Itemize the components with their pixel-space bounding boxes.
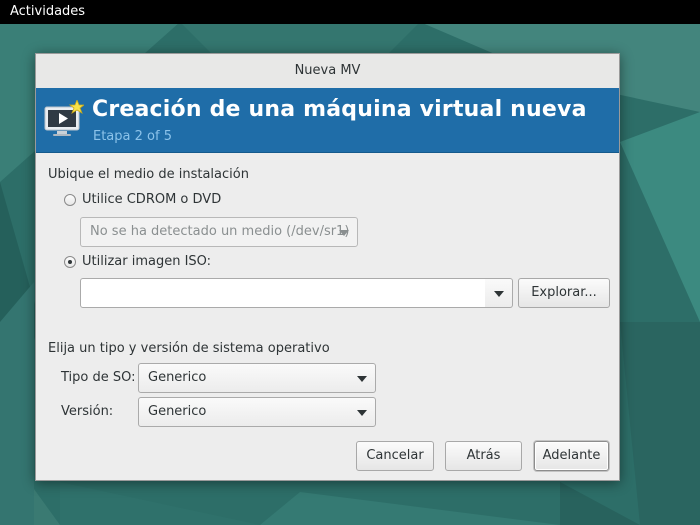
- top-bar: Actividades: [0, 0, 700, 24]
- wizard-step: Etapa 2 of 5: [93, 129, 172, 144]
- os-version-label: Versión:: [61, 404, 114, 419]
- window-title: Nueva MV: [294, 63, 361, 78]
- cdrom-media-combo: No se ha detectado un medio (/dev/sr1): [80, 217, 358, 247]
- window-titlebar[interactable]: Nueva MV: [36, 54, 619, 89]
- activities-button[interactable]: Actividades: [10, 4, 85, 19]
- chevron-down-icon: [339, 230, 349, 236]
- iso-radio[interactable]: [64, 256, 76, 268]
- cancel-button[interactable]: Cancelar: [356, 441, 434, 471]
- iso-history-dropdown[interactable]: [485, 278, 513, 308]
- cdrom-radio[interactable]: [64, 194, 76, 206]
- iso-radio-label[interactable]: Utilizar imagen ISO:: [82, 254, 211, 269]
- chevron-down-icon: [494, 291, 504, 297]
- os-type-value: Generico: [148, 370, 207, 385]
- wizard-banner: Creación de una máquina virtual nueva Et…: [36, 88, 619, 153]
- wizard-title: Creación de una máquina virtual nueva: [92, 97, 587, 122]
- os-type-select[interactable]: Generico: [138, 363, 376, 393]
- chevron-down-icon: [357, 410, 367, 416]
- back-button[interactable]: Atrás: [445, 441, 522, 471]
- forward-button[interactable]: Adelante: [534, 441, 609, 471]
- os-version-value: Generico: [148, 404, 207, 419]
- new-vm-dialog: Nueva MV Creación de una máquina virtual…: [35, 53, 620, 481]
- monitor-star-icon: [44, 100, 84, 136]
- cdrom-radio-label[interactable]: Utilice CDROM o DVD: [82, 192, 221, 207]
- os-type-label: Tipo de SO:: [61, 370, 136, 385]
- cdrom-media-value: No se ha detectado un medio (/dev/sr1): [90, 224, 350, 239]
- browse-button[interactable]: Explorar...: [518, 278, 610, 308]
- iso-path-input[interactable]: [80, 278, 486, 308]
- chevron-down-icon: [357, 376, 367, 382]
- os-version-select[interactable]: Generico: [138, 397, 376, 427]
- os-heading: Elija un tipo y versión de sistema opera…: [48, 341, 330, 356]
- install-media-heading: Ubique el medio de instalación: [48, 167, 249, 182]
